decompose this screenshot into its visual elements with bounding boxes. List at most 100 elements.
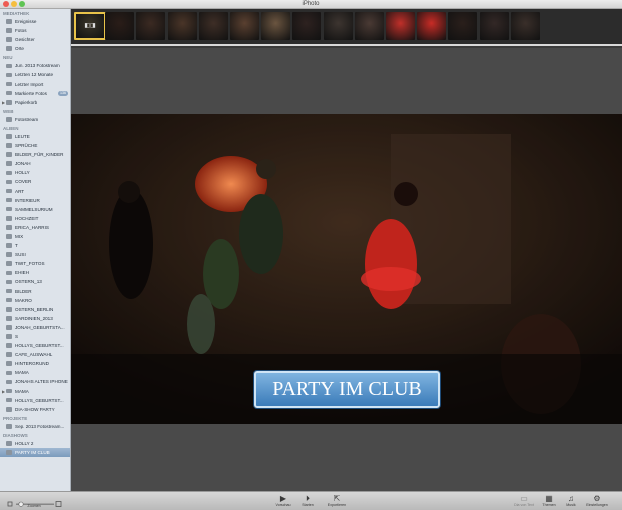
sidebar-item[interactable]: CAFE_AUSWAHL <box>0 350 70 359</box>
sidebar-item[interactable]: MAMA <box>0 368 70 377</box>
sidebar-item[interactable]: SPRÜCHE <box>0 141 70 150</box>
filmstrip-thumbnail[interactable] <box>510 12 540 40</box>
filmstrip-thumbnail[interactable]: ◧◨ <box>74 12 106 40</box>
sidebar-item[interactable]: HINTERGRUND <box>0 359 70 368</box>
sidebar-item[interactable]: DIA-SHOW PARTY <box>0 405 70 414</box>
slideshow-viewer[interactable]: PARTY IM CLUB <box>71 48 622 491</box>
filmstrip-thumbnail[interactable] <box>292 12 322 40</box>
filmstrip-thumbnail[interactable] <box>354 12 384 40</box>
folder-icon <box>6 388 12 394</box>
export-button[interactable]: ⇱ Exportieren <box>322 494 352 508</box>
sidebar-item-label: MAKRO <box>15 297 32 303</box>
sidebar-item-label: MIX <box>15 233 24 239</box>
filmstrip-thumbnail[interactable] <box>198 12 228 40</box>
sidebar-item[interactable]: JONAHS ALTES IPHONE <box>0 377 70 386</box>
sidebar-item[interactable]: Gesichter <box>0 35 70 44</box>
sidebar-item[interactable]: ▶ Papierkorb <box>0 98 70 107</box>
sidebar-item[interactable]: T <box>0 241 70 250</box>
play-button[interactable]: ⏵ Starten <box>293 494 323 508</box>
album-icon <box>6 234 12 239</box>
sidebar-item-label: Ereignisse <box>15 19 37 24</box>
sidebar-item-label: OSTERN_BERLIN <box>15 306 54 312</box>
sidebar-item[interactable]: HOLLY 2 <box>0 439 70 448</box>
filmstrip-thumbnail[interactable] <box>323 12 353 40</box>
sidebar-item[interactable]: BILDER_FÜR_KINDER <box>0 150 70 159</box>
album-icon <box>6 206 12 212</box>
album-icon <box>6 225 12 230</box>
slide-photo[interactable]: PARTY IM CLUB <box>71 114 622 424</box>
sidebar-item[interactable]: Sep. 2013 Fotostream... <box>0 422 70 431</box>
sidebar-item[interactable]: OSTERN_BERLIN <box>0 305 70 314</box>
sidebar-item-label: HINTERGRUND <box>15 361 49 367</box>
faces-icon <box>6 37 12 42</box>
sidebar-item[interactable]: TWIT_FOTOS <box>0 259 70 268</box>
album-icon <box>6 161 12 166</box>
gear-icon: ⚙ <box>593 494 601 503</box>
gear-label: Einstellungen <box>586 503 608 507</box>
sidebar-item[interactable]: ART <box>0 187 70 196</box>
filmstrip-thumbnail[interactable] <box>136 12 166 40</box>
sidebar-item-label: HOLLYS_GEBURTST... <box>15 397 64 403</box>
sidebar-item[interactable]: COVER <box>0 177 70 186</box>
filmstrip-thumbnail[interactable] <box>386 12 415 40</box>
album-icon <box>6 170 12 176</box>
sidebar-item-label: JONAH <box>15 161 31 167</box>
sidebar-item[interactable]: Markierte Fotos 136 <box>0 89 70 98</box>
sidebar-item[interactable]: EHIEH <box>0 268 70 277</box>
sidebar-item-label: Fotos <box>15 28 27 34</box>
sidebar-item[interactable]: MAKRO <box>0 296 70 305</box>
album-icon <box>6 288 12 294</box>
flag-icon <box>6 90 12 96</box>
sidebar-item[interactable]: S <box>0 332 70 341</box>
sidebar-item[interactable]: HOLLYS_GEBURTST... <box>0 341 70 350</box>
album-icon <box>6 143 12 148</box>
sidebar-item[interactable]: SUSI <box>0 250 70 259</box>
sidebar-item-label: SARDINIEN_2013 <box>15 315 53 321</box>
sidebar-item[interactable]: BILDER <box>0 287 70 296</box>
count-badge: 136 <box>58 90 68 96</box>
slideshow-icon <box>6 441 12 446</box>
sidebar-item[interactable]: JONAH <box>0 159 70 168</box>
album-icon <box>6 243 12 248</box>
filmstrip-thumbnail[interactable] <box>261 12 291 40</box>
album-icon <box>6 334 12 339</box>
sidebar-item-label: Letzter Import <box>15 81 44 87</box>
filmstrip-thumbnail[interactable] <box>417 12 447 40</box>
filmstrip-thumbnail[interactable] <box>167 12 197 40</box>
sidebar-item[interactable]: OSTERN_13 <box>0 277 70 286</box>
sidebar-item[interactable]: Orte <box>0 44 70 53</box>
filmstrip: ◧◨ <box>71 9 622 54</box>
sidebar-item[interactable]: HOCHZEIT <box>0 214 70 223</box>
filmstrip-thumbnail[interactable] <box>105 12 135 40</box>
sidebar-item[interactable]: MIX <box>0 232 70 241</box>
sidebar-item[interactable]: SAMMELSURIUM <box>0 205 70 214</box>
filmstrip-thumbnail[interactable] <box>479 12 509 40</box>
trash-icon <box>6 99 12 105</box>
filmstrip-thumbnail[interactable] <box>230 12 259 40</box>
album-icon <box>6 252 12 257</box>
sidebar-item[interactable]: LEUTE <box>0 132 70 141</box>
sidebar-item[interactable]: Fotos <box>0 26 70 35</box>
sidebar-item[interactable]: Letzter Import <box>0 80 70 89</box>
sidebar-item[interactable]: Ereignisse <box>0 17 70 26</box>
sidebar-item[interactable]: Fotostream <box>0 115 70 124</box>
slide-title-caption[interactable]: PARTY IM CLUB <box>254 371 440 408</box>
sidebar-item[interactable]: JONAH_GEBURTSTA... <box>0 323 70 332</box>
sidebar-item[interactable]: Letzten 12 Monate <box>0 70 70 79</box>
sidebar-item[interactable]: ERICA_HARRIS <box>0 223 70 232</box>
disclosure-triangle-icon[interactable]: ▶ <box>2 98 5 107</box>
zoom-control[interactable]: Zoomen <box>6 495 62 509</box>
gear-button[interactable]: ⚙ Einstellungen <box>582 494 612 508</box>
sidebar-item[interactable]: SARDINIEN_2013 <box>0 314 70 323</box>
filmstrip-thumbnail[interactable] <box>448 12 478 40</box>
sidebar-item[interactable]: HOLLYS_GEBURTST... <box>0 396 70 405</box>
sidebar-item-label: ART <box>15 188 25 194</box>
sidebar-item[interactable]: PARTY IM CLUB <box>0 448 70 458</box>
sidebar-item[interactable]: ▶ MAMA <box>0 387 70 396</box>
disclosure-triangle-icon[interactable]: ▶ <box>2 387 5 396</box>
sidebar-item[interactable]: HOLLY <box>0 168 70 177</box>
album-icon <box>6 406 12 412</box>
album-icon <box>6 306 12 312</box>
sidebar-item[interactable]: Jun. 2013 Fotostream <box>0 61 70 70</box>
sidebar-item[interactable]: INTERIEUR <box>0 196 70 205</box>
